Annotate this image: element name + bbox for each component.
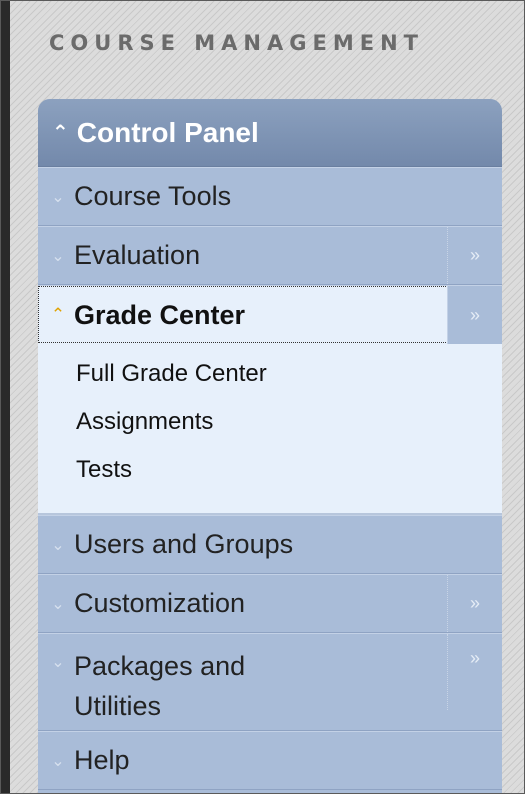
chevron-down-icon: ⌄ xyxy=(51,752,65,770)
menu-item-users-and-groups[interactable]: ⌄ Users and Groups xyxy=(38,515,502,574)
menu-item-grade-center[interactable]: ⌃ Grade Center » xyxy=(38,285,502,344)
chevron-up-icon: ⌃ xyxy=(52,122,69,144)
menu-item-label: Course Tools xyxy=(74,181,232,211)
section-heading: COURSE MANAGEMENT xyxy=(49,31,424,55)
menu-item-label: Customization xyxy=(74,588,246,618)
menu-item-customization[interactable]: ⌄ Customization » xyxy=(38,574,502,633)
focus-outline xyxy=(38,286,448,343)
control-panel: ⌃ Control Panel ⌄ Course Tools ⌄ Evaluat… xyxy=(38,99,502,793)
control-panel-header[interactable]: ⌃ Control Panel xyxy=(38,99,502,167)
submenu-item-full-grade-center[interactable]: Full Grade Center xyxy=(38,350,502,398)
menu-item-label-line-2: Utilities xyxy=(74,691,162,721)
menu-item-packages-and-utilities[interactable]: ⌄ Packages and Utilities » xyxy=(38,633,502,731)
menu-item-label: Users and Groups xyxy=(74,529,294,559)
menu-item-label: Help xyxy=(74,745,130,775)
chevron-down-icon: ⌄ xyxy=(51,247,65,265)
chevron-down-icon: ⌄ xyxy=(51,654,65,671)
menu-item-course-tools[interactable]: ⌄ Course Tools xyxy=(38,167,502,226)
menu-item-help[interactable]: ⌄ Help xyxy=(38,731,502,790)
chevron-down-icon: ⌄ xyxy=(51,595,65,613)
double-chevron-right-icon[interactable]: » xyxy=(447,575,502,632)
control-panel-title: Control Panel xyxy=(76,116,259,148)
double-chevron-right-icon[interactable]: » xyxy=(447,634,502,710)
double-chevron-right-icon[interactable]: » xyxy=(447,227,502,284)
submenu-item-assignments[interactable]: Assignments xyxy=(38,398,502,446)
menu-item-label: Evaluation xyxy=(74,240,201,270)
menu-item-label: Packages and Utilities xyxy=(74,646,245,726)
chevron-down-icon: ⌄ xyxy=(51,536,65,554)
double-chevron-right-icon[interactable]: » xyxy=(447,286,502,344)
menu-item-label-line-1: Packages and xyxy=(74,651,246,681)
course-management-frame: COURSE MANAGEMENT ⌃ Control Panel ⌄ Cour… xyxy=(0,0,525,794)
submenu-item-tests[interactable]: Tests xyxy=(38,446,502,494)
menu-item-evaluation[interactable]: ⌄ Evaluation » xyxy=(38,226,502,285)
chevron-down-icon: ⌄ xyxy=(51,188,65,206)
grade-center-submenu: Full Grade Center Assignments Tests xyxy=(38,344,502,515)
